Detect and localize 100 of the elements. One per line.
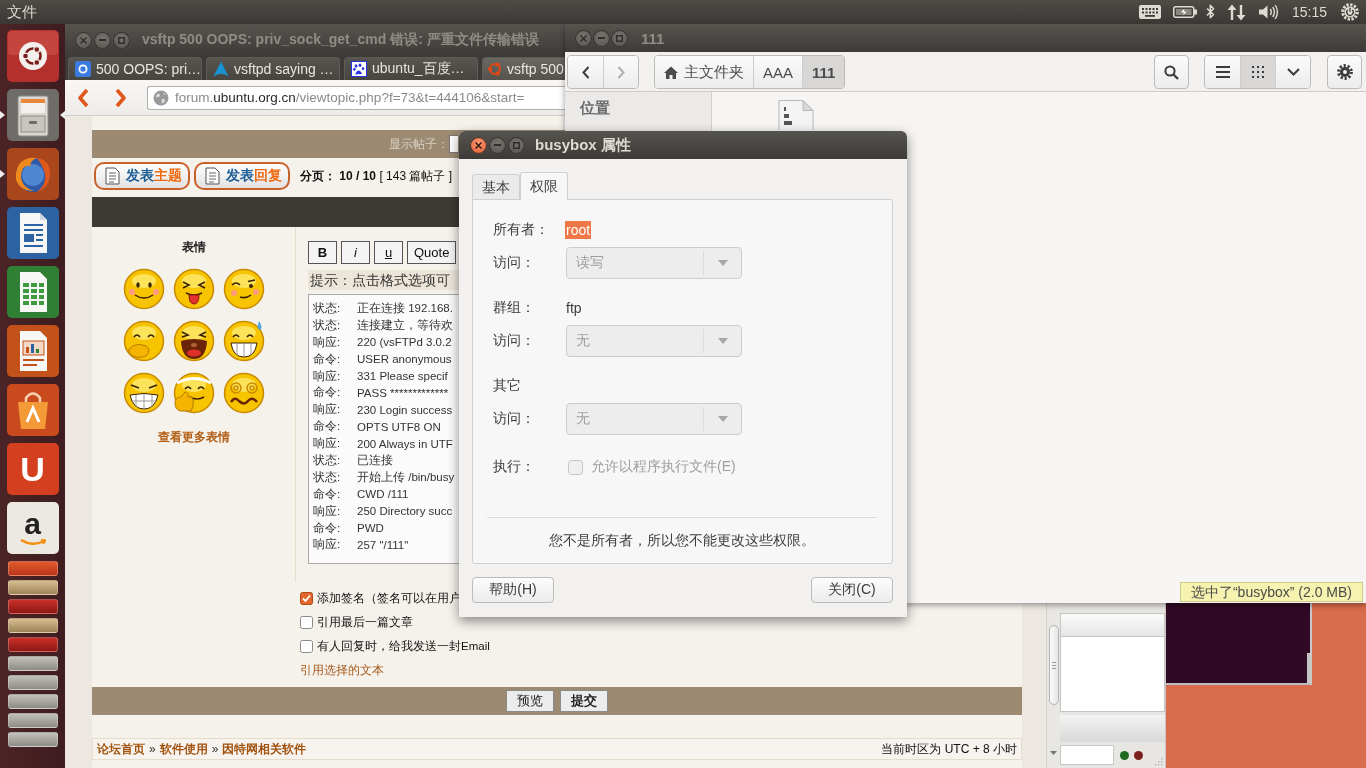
scrollbar[interactable] [1046,603,1060,768]
path-button[interactable]: AAA [753,56,802,88]
logo-icon[interactable] [6,30,59,82]
minimize-button[interactable] [593,29,610,47]
format-button[interactable]: u [374,241,403,264]
folded-launcher-icon[interactable] [7,694,58,709]
file-cabinet-icon[interactable] [6,89,59,141]
quote-link[interactable]: 引用选择的文本 [300,658,384,682]
terminal-scrollbar[interactable] [1307,653,1310,683]
folded-launcher-icon[interactable] [7,656,58,671]
folded-launcher-icon[interactable] [7,618,58,633]
globe-icon[interactable] [6,148,59,200]
field-label: 执行： [493,458,536,476]
letter-tile-icon[interactable]: U [6,443,59,495]
folded-launcher-icon[interactable] [7,561,58,576]
checkbox-label: 允许以程序执行文件(E) [591,458,736,476]
folded-launcher-icon[interactable] [7,713,58,728]
dropdown-arrow-icon [718,338,728,344]
view-button[interactable] [1205,56,1240,88]
format-button[interactable]: B [308,241,337,264]
close-icon [580,34,587,42]
log-message: 220 (vsFTPd 3.0.2 [357,336,452,349]
maximize-icon [513,141,520,149]
binary-file-icon[interactable] [778,100,814,130]
log-label: 状态: [313,469,342,485]
scrollbar-thumb[interactable] [1048,625,1059,705]
browser-tab[interactable]: vsftpd saying … [206,57,340,80]
spreadsheet-icon[interactable] [6,266,59,318]
format-button[interactable]: i [341,241,370,264]
folded-launcher-icon[interactable] [7,675,58,690]
folded-launcher-icon[interactable] [7,732,58,747]
more-smilies-link[interactable]: 查看更多表情 [157,429,230,445]
smiley-icon[interactable] [221,318,266,362]
smiley-icon[interactable] [221,370,266,414]
network-arrows-icon[interactable] [1226,3,1246,21]
form-button[interactable]: 提交 [560,690,608,712]
maximize-button[interactable] [611,29,628,47]
select-field[interactable] [449,135,458,153]
menu-item[interactable]: 文件 [0,0,37,24]
letter-tile-icon[interactable]: a [6,502,59,554]
battery-icon[interactable] [1172,6,1197,18]
section-heading: 其它 [493,377,522,395]
form-button[interactable]: 预览 [506,690,554,712]
chevron-right-icon [617,65,625,79]
document-icon[interactable] [6,207,59,259]
folded-launcher-icon[interactable] [7,599,58,614]
breadcrumb-link[interactable]: 因特网相关软件 [222,740,307,758]
view-button[interactable] [1240,56,1275,88]
checkbox[interactable] [300,615,313,629]
checkbox[interactable] [300,639,313,653]
breadcrumb-link[interactable]: 论坛首页 [97,740,145,758]
dialog-tab[interactable]: 基本 [472,174,520,199]
bluetooth-icon[interactable] [1205,4,1215,20]
close-button[interactable] [470,136,487,154]
smiley-icon[interactable] [171,318,216,362]
breadcrumb-link[interactable]: 软件使用 [159,740,208,758]
smiley-icon[interactable] [221,266,266,310]
minimize-button[interactable] [94,31,111,49]
status-field[interactable] [1060,745,1114,765]
search-icon [1164,64,1179,80]
back-button[interactable] [568,56,603,88]
keyboard-icon[interactable] [1138,5,1161,19]
presentation-icon[interactable] [6,325,59,377]
url-field[interactable]: forum.ubuntu.org.cn/viewtopic.php?f=73&t=444106&start= [147,85,567,110]
maximize-button[interactable] [508,136,525,154]
maximize-button[interactable] [113,31,130,49]
resize-grip-icon[interactable] [1154,757,1163,766]
maximize-icon [118,36,125,44]
settings-button[interactable] [1327,55,1362,89]
window-title: vsftp 500 OOPS: priv_sock_get_cmd 错误: 严重文件传输错误 [142,31,539,49]
caret-down-icon [1050,751,1057,755]
paw-icon [351,61,367,77]
format-button[interactable]: Quote [407,241,457,264]
search-button[interactable] [1154,55,1189,89]
power-gear-icon[interactable] [1341,3,1359,21]
shopping-bag-icon[interactable] [6,384,59,436]
browser-tab[interactable]: vsftp 500 [482,57,565,80]
volume-icon[interactable] [1257,4,1280,20]
post-button[interactable]: 发表主题 [94,162,190,190]
smiley-icon[interactable] [171,370,216,414]
log-message: CWD /111 [357,488,409,501]
path-button[interactable]: 主文件夹 [655,56,753,88]
dialog-tab[interactable]: 权限 [520,172,568,200]
folded-launcher-icon[interactable] [7,637,58,652]
log-label: 命令: [313,351,342,367]
path-button[interactable]: 111 [802,56,845,88]
smiley-icon[interactable] [121,266,166,310]
browser-tab[interactable]: ubuntu_百度… [344,57,478,80]
folded-launcher-icon[interactable] [7,580,58,595]
dialog-button[interactable]: 关闭(C) [811,577,893,603]
clock-text[interactable]: 15:15 [1291,4,1327,20]
field-label: 访问： [493,410,536,428]
checkbox[interactable] [300,591,313,605]
browser-tab[interactable]: 500 OOPS: pri… [68,57,202,80]
smiley-icon[interactable] [121,370,166,414]
post-button[interactable]: 发表回复 [194,162,290,190]
log-message: PASS ************* [357,386,449,399]
view-menu-button[interactable] [1275,56,1310,88]
smiley-icon[interactable] [171,266,216,310]
dialog-button[interactable]: 帮助(H) [472,577,554,603]
